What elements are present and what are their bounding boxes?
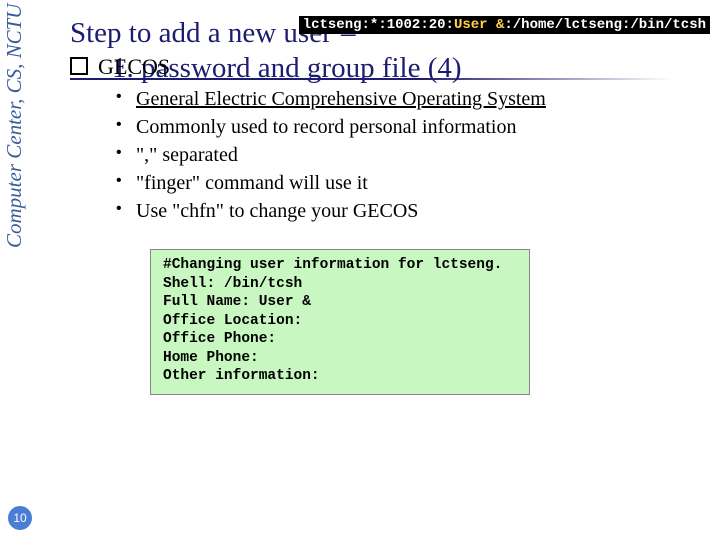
list-item: Commonly used to record personal informa… bbox=[116, 116, 710, 139]
section-heading: GECOS bbox=[70, 54, 710, 80]
list-item-text: Commonly used to record personal informa… bbox=[136, 116, 516, 138]
section-label: GECOS bbox=[98, 54, 170, 79]
terminal-output: #Changing user information for lctseng. … bbox=[150, 249, 530, 395]
list-item: "," separated bbox=[116, 144, 710, 167]
list-item: General Electric Comprehensive Operating… bbox=[116, 88, 710, 111]
bullet-list: General Electric Comprehensive Operating… bbox=[116, 88, 710, 223]
list-item-text: "finger" command will use it bbox=[136, 172, 368, 194]
list-item: "finger" command will use it bbox=[116, 172, 710, 195]
bullet-square-icon bbox=[70, 57, 88, 75]
list-item-text: Use "chfn" to change your GECOS bbox=[136, 200, 418, 222]
page-number: 10 bbox=[8, 506, 32, 530]
sidebar-institution-label: Computer Center, CS, NCTU bbox=[2, 4, 30, 404]
list-item: Use "chfn" to change your GECOS bbox=[116, 200, 710, 223]
list-item-text: "," separated bbox=[136, 144, 238, 166]
list-item-text: General Electric Comprehensive Operating… bbox=[136, 88, 546, 110]
